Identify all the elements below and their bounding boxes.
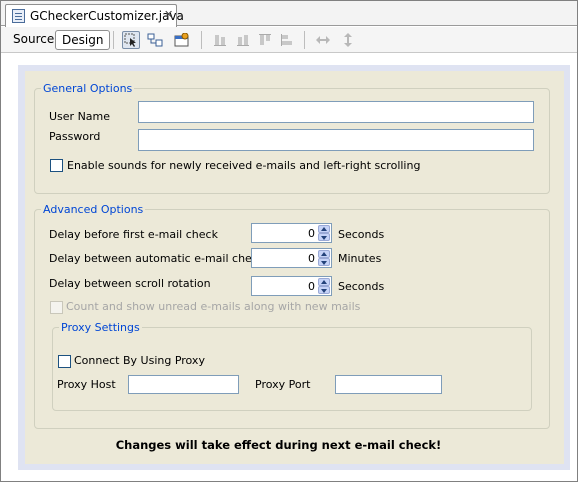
toolbar-separator [304, 31, 305, 49]
spin-up-icon[interactable] [318, 225, 330, 233]
close-icon[interactable]: ✕ [164, 8, 173, 22]
preview-design-icon[interactable] [173, 31, 191, 49]
tab-title: GCheckerCustomizer.java [30, 9, 184, 23]
delay-scroll-label: Delay between scroll rotation [49, 277, 211, 290]
toolbar-separator [201, 31, 202, 49]
delay-first-label: Delay before first e-mail check [49, 228, 218, 241]
spin-down-icon[interactable] [318, 233, 330, 241]
editor-tab[interactable]: GCheckerCustomizer.java ✕ [5, 4, 184, 27]
designer-toolbar: Source Design [1, 27, 577, 53]
delay-auto-unit: Minutes [338, 252, 382, 265]
delay-first-unit: Seconds [338, 228, 385, 241]
delay-first-spinner[interactable]: 0 [251, 223, 332, 243]
align-left-icon[interactable] [211, 31, 229, 49]
count-unread-label[interactable]: Count and show unread e-mails along with… [66, 300, 360, 313]
spin-up-icon[interactable] [318, 250, 330, 258]
proxy-settings-title: Proxy Settings [59, 321, 142, 334]
proxy-host-label: Proxy Host [57, 378, 116, 391]
use-proxy-label[interactable]: Connect By Using Proxy [74, 354, 205, 367]
align-bottom-icon[interactable] [278, 31, 296, 49]
count-unread-checkbox[interactable] [50, 301, 63, 314]
java-file-icon [12, 9, 25, 23]
spin-down-icon[interactable] [318, 258, 330, 266]
selection-mode-icon[interactable] [122, 31, 140, 49]
general-options-title: General Options [41, 82, 135, 95]
username-label: User Name [49, 110, 111, 123]
resize-vertical-icon[interactable] [339, 31, 357, 49]
resize-horizontal-icon[interactable] [314, 31, 332, 49]
delay-auto-label: Delay between automatic e-mail checks [49, 252, 270, 265]
proxy-settings-group: Proxy Settings [52, 321, 532, 411]
password-label: Password [49, 130, 101, 143]
restart-notice: Changes will take effect during next e-m… [115, 438, 442, 452]
enable-sounds-checkbox[interactable] [50, 159, 63, 172]
align-top-icon[interactable] [256, 31, 274, 49]
spin-down-icon[interactable] [318, 286, 330, 294]
delay-scroll-spinner[interactable]: 0 [251, 276, 332, 296]
align-right-icon[interactable] [234, 31, 252, 49]
proxy-port-field[interactable] [335, 375, 442, 394]
source-view-button[interactable]: Source [7, 30, 60, 50]
delay-scroll-unit: Seconds [338, 280, 385, 293]
editor-tab-strip: GCheckerCustomizer.java ✕ [1, 1, 577, 27]
toolbar-separator [113, 31, 114, 49]
design-view-button[interactable]: Design [55, 30, 111, 50]
use-proxy-checkbox[interactable] [58, 355, 71, 368]
spin-up-icon[interactable] [318, 278, 330, 286]
password-field[interactable] [138, 129, 534, 151]
proxy-port-label: Proxy Port [255, 378, 311, 391]
connection-mode-icon[interactable] [146, 31, 164, 49]
enable-sounds-label[interactable]: Enable sounds for newly received e-mails… [67, 159, 420, 172]
editor-window: GCheckerCustomizer.java ✕ Source Design [0, 0, 578, 482]
username-field[interactable] [138, 101, 534, 123]
proxy-host-field[interactable] [128, 375, 239, 394]
delay-auto-spinner[interactable]: 0 [251, 248, 332, 268]
advanced-options-title: Advanced Options [41, 203, 146, 216]
form-panel: General Options User Name Password Enabl… [25, 71, 564, 464]
